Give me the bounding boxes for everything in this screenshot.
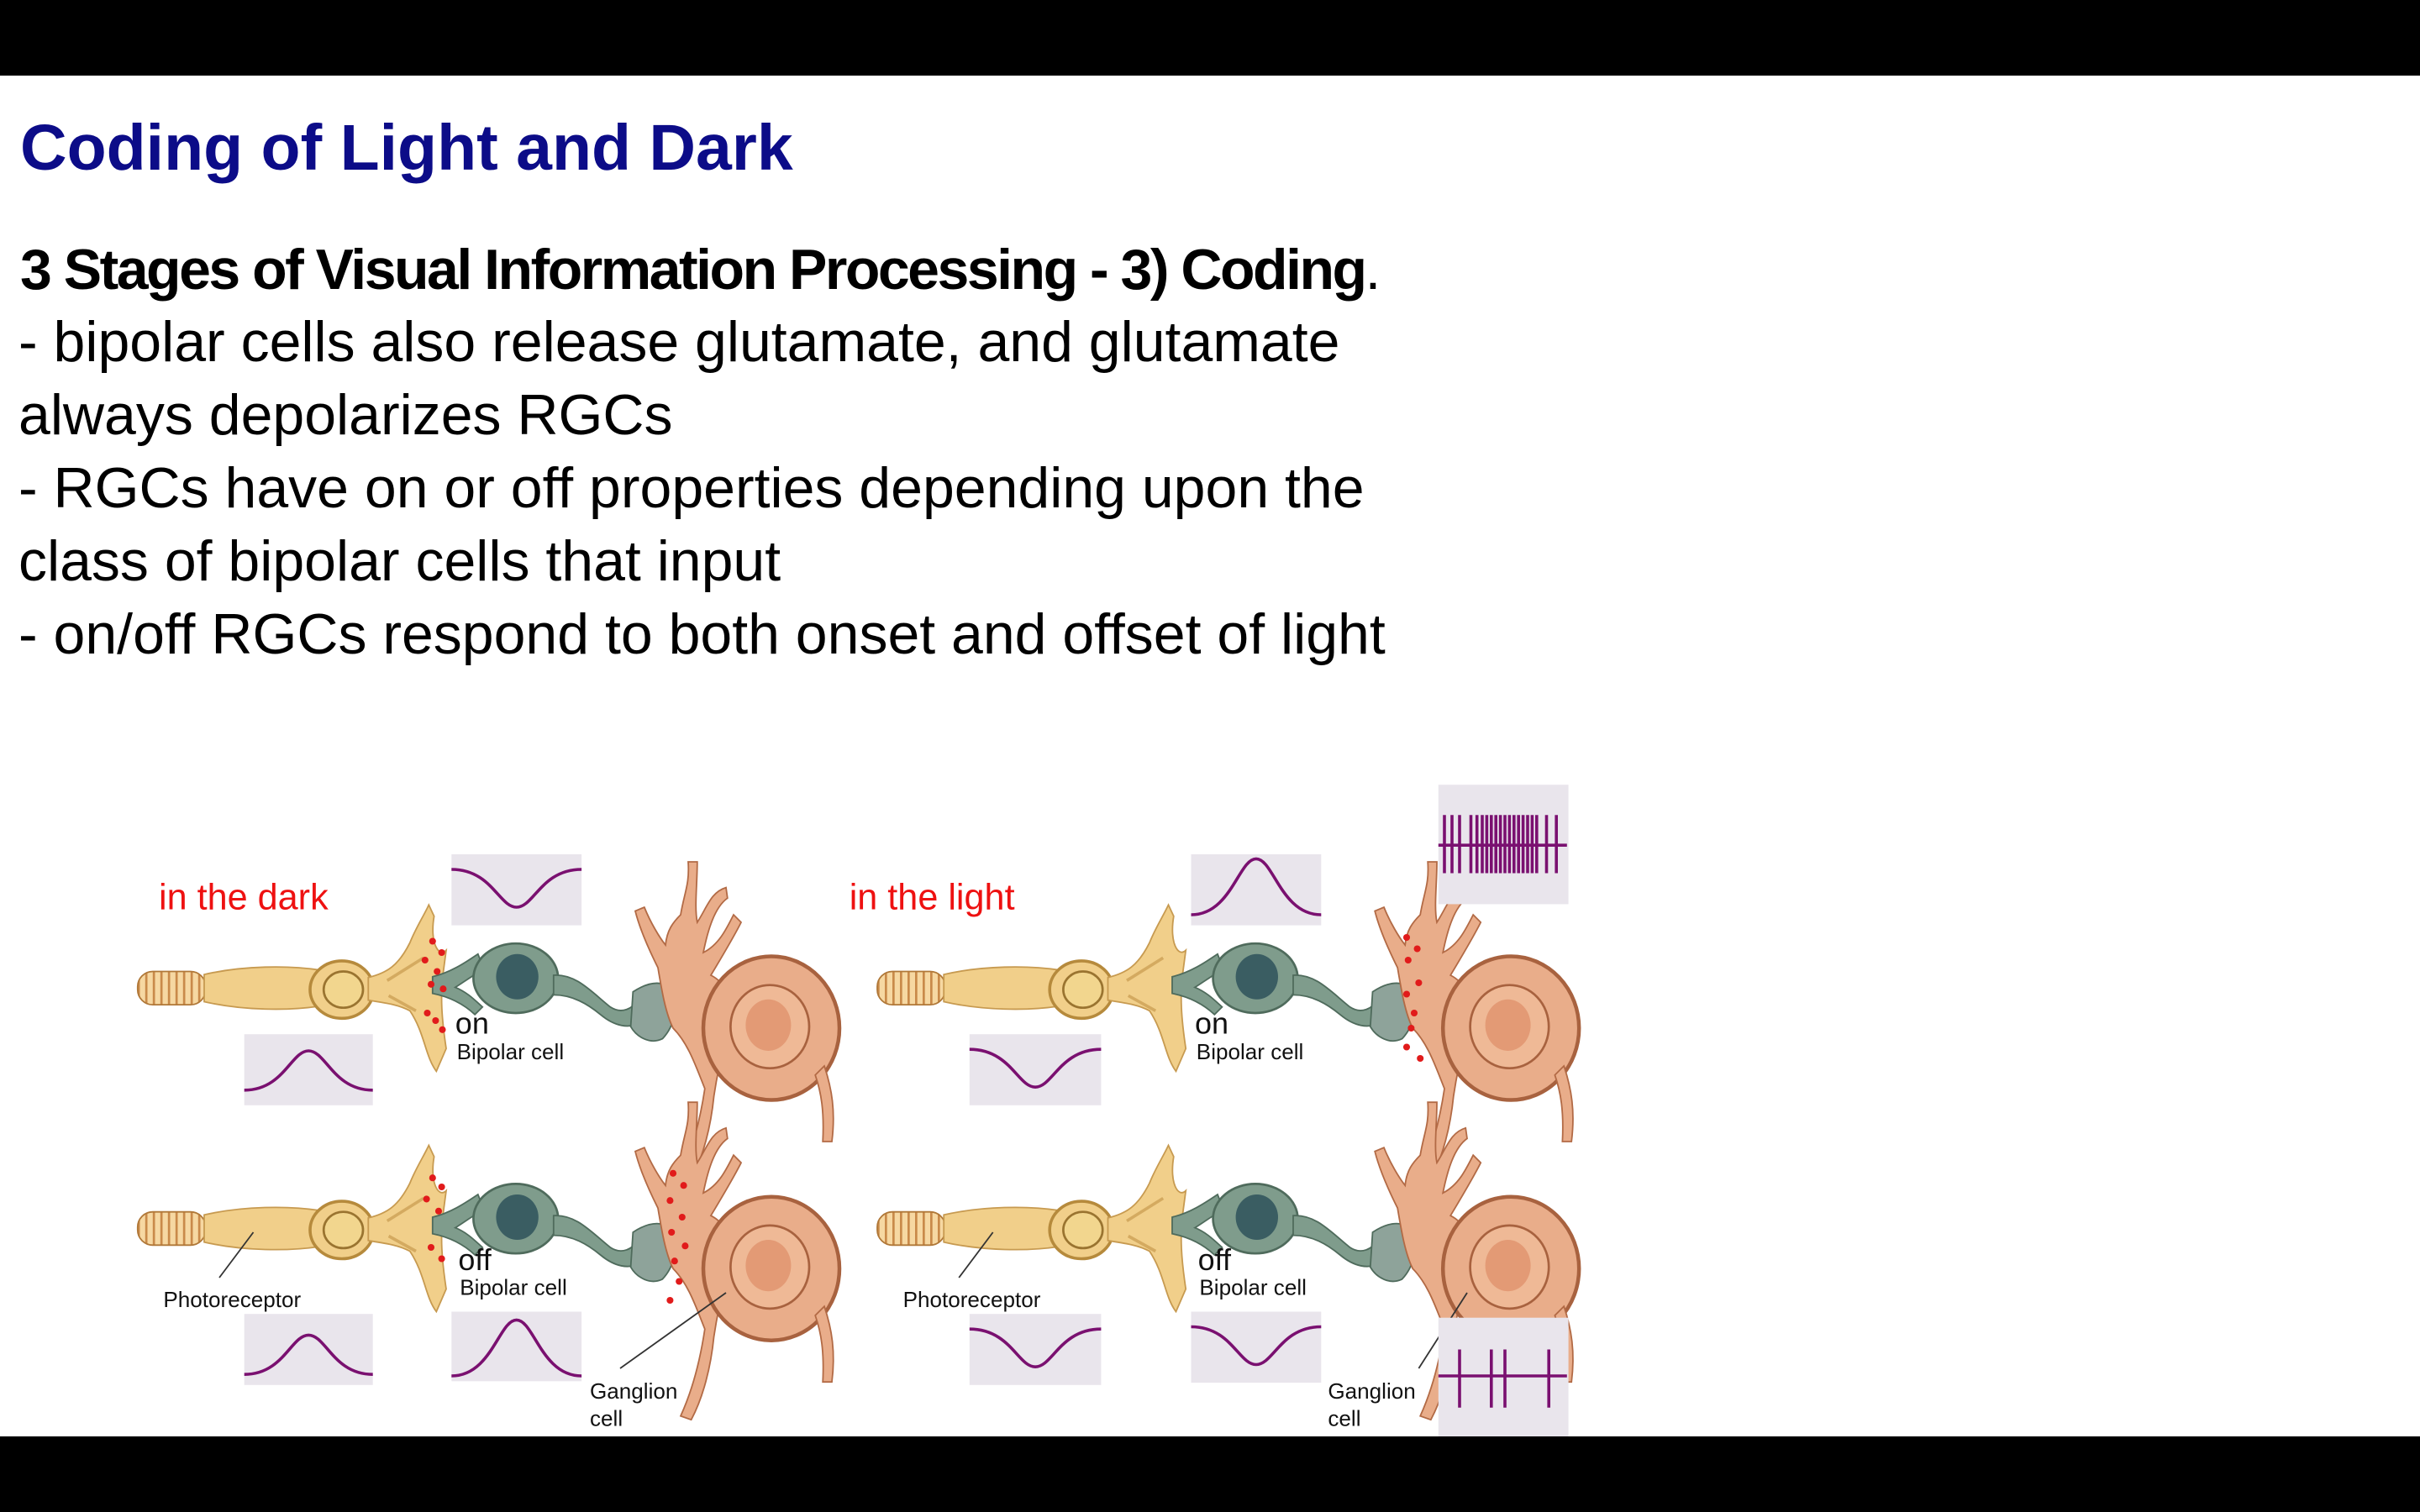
ganglion-label-cell: cell xyxy=(590,1405,623,1431)
retina-diagram: in the dark in the light on Bipolar cell xyxy=(136,785,2420,1436)
slide: Coding of Light and Dark 3 Stages of Vis… xyxy=(0,76,2420,1436)
off-tag: off xyxy=(1198,1242,1232,1277)
ganglion-label: Ganglion xyxy=(590,1378,677,1404)
photoreceptor-label: Photoreceptor xyxy=(903,1287,1041,1312)
spike-train-low xyxy=(1438,1317,1569,1436)
bipolar-cell-label: Bipolar cell xyxy=(1199,1275,1307,1300)
photoreceptor-label: Photoreceptor xyxy=(163,1287,301,1312)
in-the-light-label: in the light xyxy=(850,878,1015,918)
spike-train-high xyxy=(1438,785,1569,905)
dark-off-circuit: off Bipolar cell Photoreceptor Ganglion … xyxy=(136,1102,839,1431)
bipolar-cell-label: Bipolar cell xyxy=(460,1275,567,1300)
bipolar-cell-label: Bipolar cell xyxy=(1197,1039,1304,1064)
ganglion-label-cell: cell xyxy=(1328,1405,1360,1431)
in-the-dark-label: in the dark xyxy=(159,878,329,918)
on-tag: on xyxy=(455,1005,489,1040)
off-tag: off xyxy=(458,1242,492,1277)
bipolar-cell-label: Bipolar cell xyxy=(457,1039,565,1064)
ganglion-label: Ganglion xyxy=(1328,1378,1415,1404)
on-tag: on xyxy=(1195,1005,1228,1040)
